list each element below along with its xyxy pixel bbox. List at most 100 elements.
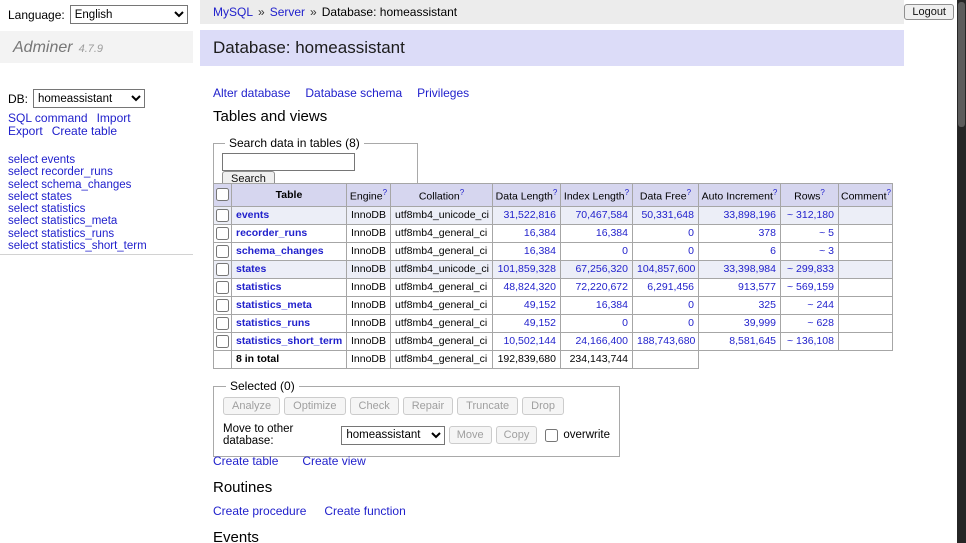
comment-cell xyxy=(839,224,893,242)
auto-increment-cell: 8,581,645 xyxy=(699,332,781,350)
sidebar-select-statistics-short-term[interactable]: select statistics_short_term xyxy=(8,240,147,252)
auto-increment-cell: 325 xyxy=(699,296,781,314)
sidebar-link-export[interactable]: Export xyxy=(8,124,43,138)
table-link-states[interactable]: states xyxy=(236,263,266,275)
data-free-cell: 0 xyxy=(633,224,699,242)
move-button[interactable]: Move xyxy=(449,426,492,444)
help-icon-engine[interactable]: ? xyxy=(383,188,387,197)
comment-cell xyxy=(839,332,893,350)
overwrite-checkbox[interactable] xyxy=(545,429,558,442)
table-link-statistics-runs[interactable]: statistics_runs xyxy=(236,317,310,329)
rows-link-schema-changes[interactable]: ~ 3 xyxy=(819,245,834,257)
button-analyze[interactable]: Analyze xyxy=(223,397,280,415)
overwrite-label[interactable]: overwrite xyxy=(563,429,610,441)
collation-cell: utf8mb4_general_ci xyxy=(391,224,493,242)
move-database-select[interactable]: homeassistant xyxy=(341,426,444,445)
rows-link-statistics-runs[interactable]: ~ 628 xyxy=(807,317,834,329)
column-header-label: Index Length xyxy=(564,191,625,203)
total-data-free xyxy=(633,350,699,368)
link-create-view[interactable]: Create view xyxy=(302,454,365,468)
language-select[interactable]: English xyxy=(70,5,188,24)
sidebar-link-sql-command[interactable]: SQL command xyxy=(8,111,88,125)
selected-fieldset: Selected (0) AnalyzeOptimizeCheckRepairT… xyxy=(213,379,620,457)
scrollbar[interactable] xyxy=(957,0,966,543)
engine-cell: InnoDB xyxy=(347,260,391,278)
auto-increment-cell: 6 xyxy=(699,242,781,260)
sidebar-select-schema-changes[interactable]: select schema_changes xyxy=(8,179,147,191)
search-input[interactable] xyxy=(222,153,355,171)
rows-cell: ~ 244 xyxy=(781,296,839,314)
help-icon-collation[interactable]: ? xyxy=(460,188,464,197)
sidebar-select-recorder-runs[interactable]: select recorder_runs xyxy=(8,166,147,178)
link-create-function[interactable]: Create function xyxy=(324,504,405,518)
sidebar-link-create-table[interactable]: Create table xyxy=(52,124,117,138)
rows-link-statistics[interactable]: ~ 569,159 xyxy=(787,281,834,293)
table-link-events[interactable]: events xyxy=(236,209,269,221)
data-free-cell: 0 xyxy=(633,314,699,332)
comment-cell xyxy=(839,206,893,224)
column-header-label: Comment xyxy=(841,191,887,203)
button-repair[interactable]: Repair xyxy=(403,397,453,415)
sidebar-link-import[interactable]: Import xyxy=(97,111,131,125)
table-link-statistics-short-term[interactable]: statistics_short_term xyxy=(236,335,342,347)
action-database-schema[interactable]: Database schema xyxy=(305,86,402,100)
row-checkbox[interactable] xyxy=(216,299,229,312)
column-header-table: Table xyxy=(232,184,347,207)
help-icon-data-free[interactable]: ? xyxy=(687,188,691,197)
collation-cell: utf8mb4_unicode_ci xyxy=(391,260,493,278)
row-checkbox[interactable] xyxy=(216,263,229,276)
adminer-logo: Adminer 4.7.9 xyxy=(0,31,193,63)
link-create-procedure[interactable]: Create procedure xyxy=(213,504,306,518)
sidebar-select-statistics-runs[interactable]: select statistics_runs xyxy=(8,228,147,240)
db-selector-row: DB: homeassistant xyxy=(8,89,145,108)
help-icon-rows[interactable]: ? xyxy=(820,188,824,197)
button-drop[interactable]: Drop xyxy=(522,397,564,415)
db-select[interactable]: homeassistant xyxy=(33,89,145,108)
row-checkbox[interactable] xyxy=(216,281,229,294)
table-link-recorder-runs[interactable]: recorder_runs xyxy=(236,227,307,239)
button-truncate[interactable]: Truncate xyxy=(457,397,518,415)
collation-cell: utf8mb4_general_ci xyxy=(391,242,493,260)
auto-increment-cell: 378 xyxy=(699,224,781,242)
breadcrumb-server[interactable]: Server xyxy=(270,5,305,19)
sidebar-select-states[interactable]: select states xyxy=(8,191,147,203)
table-name-cell: recorder_runs xyxy=(232,224,347,242)
rows-link-statistics-short-term[interactable]: ~ 136,108 xyxy=(787,335,834,347)
row-checkbox[interactable] xyxy=(216,227,229,240)
help-icon-comment[interactable]: ? xyxy=(887,188,891,197)
help-icon-index-length[interactable]: ? xyxy=(625,188,629,197)
rows-link-statistics-meta[interactable]: ~ 244 xyxy=(807,299,834,311)
table-link-schema-changes[interactable]: schema_changes xyxy=(236,245,324,257)
scrollbar-thumb[interactable] xyxy=(958,2,965,127)
rows-link-events[interactable]: ~ 312,180 xyxy=(787,209,834,221)
index-length-cell: 24,166,400 xyxy=(561,332,633,350)
sidebar-select-statistics-meta[interactable]: select statistics_meta xyxy=(8,215,147,227)
button-check[interactable]: Check xyxy=(350,397,399,415)
logout-button[interactable]: Logout xyxy=(904,4,954,20)
link-create-table[interactable]: Create table xyxy=(213,454,278,468)
row-checkbox[interactable] xyxy=(216,245,229,258)
rows-link-states[interactable]: ~ 299,833 xyxy=(787,263,834,275)
language-row: Language: English xyxy=(8,5,188,24)
help-icon-data-length[interactable]: ? xyxy=(553,188,557,197)
select-all-checkbox[interactable] xyxy=(216,188,229,201)
breadcrumb-mysql[interactable]: MySQL xyxy=(213,5,253,19)
help-icon-auto-increment[interactable]: ? xyxy=(773,188,777,197)
total-select-cell xyxy=(214,350,232,368)
table-link-statistics[interactable]: statistics xyxy=(236,281,282,293)
create-links: Create table Create view xyxy=(213,454,366,468)
table-row: statisticsInnoDButf8mb4_general_ci48,824… xyxy=(214,278,893,296)
button-optimize[interactable]: Optimize xyxy=(284,397,345,415)
action-privileges[interactable]: Privileges xyxy=(417,86,469,100)
row-checkbox[interactable] xyxy=(216,209,229,222)
rows-link-recorder-runs[interactable]: ~ 5 xyxy=(819,227,834,239)
row-checkbox[interactable] xyxy=(216,317,229,330)
sidebar-select-events[interactable]: select events xyxy=(8,154,147,166)
sidebar-select-statistics[interactable]: select statistics xyxy=(8,203,147,215)
row-checkbox[interactable] xyxy=(216,335,229,348)
action-alter-database[interactable]: Alter database xyxy=(213,86,290,100)
table-link-statistics-meta[interactable]: statistics_meta xyxy=(236,299,312,311)
total-collation: utf8mb4_general_ci xyxy=(391,350,493,368)
copy-button[interactable]: Copy xyxy=(496,426,538,444)
comment-cell xyxy=(839,296,893,314)
